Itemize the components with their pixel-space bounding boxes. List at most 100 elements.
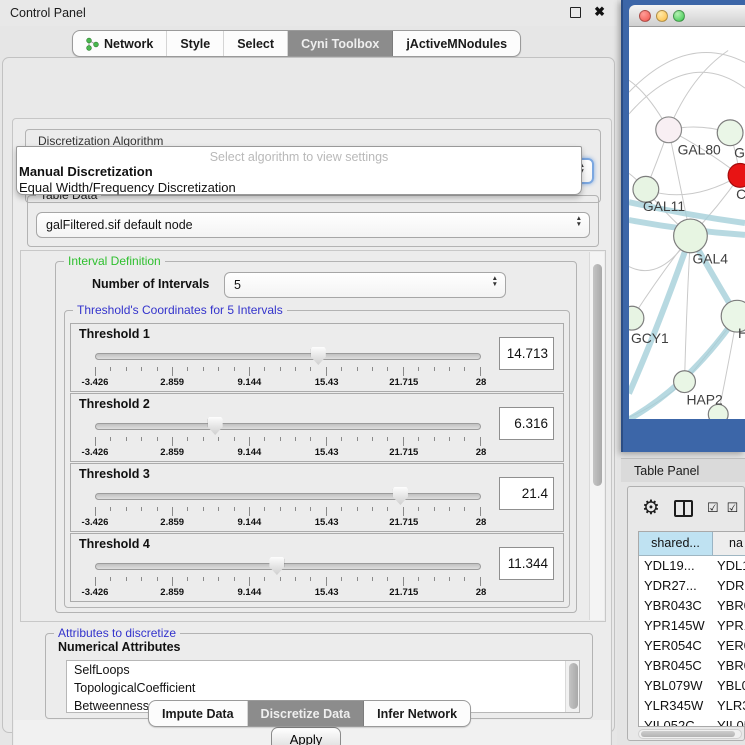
tick-mark (234, 437, 235, 441)
tab-infer-network[interactable]: Infer Network (364, 701, 470, 726)
threshold-slider[interactable]: -3.4262.8599.14415.4321.71528 (95, 556, 481, 600)
slider-ticks (95, 367, 481, 376)
vertical-scrollbar[interactable] (589, 252, 604, 620)
scrollbar-thumb[interactable] (569, 663, 578, 709)
control-panel: Control Panel ✖ NetworkStyleSelectCyni T… (0, 0, 617, 745)
threshold-value-field[interactable]: 21.4 (499, 477, 554, 510)
scale-label: 15.43 (315, 377, 339, 388)
table-row[interactable]: YER054CYER054C (639, 636, 745, 656)
table-row[interactable]: YBL079WYBL079W (639, 676, 745, 696)
tick-mark (126, 577, 127, 581)
dropdown-option-manual[interactable]: Manual Discretization (17, 164, 581, 180)
table-row[interactable]: YDL19...YDL19 (639, 556, 745, 576)
tick-mark (234, 367, 235, 371)
tab-network[interactable]: Network (73, 31, 167, 56)
network-edge[interactable] (629, 52, 745, 92)
close-icon[interactable]: ✖ (594, 4, 605, 20)
tick-mark (141, 577, 142, 581)
scale-label: 2.859 (160, 587, 184, 598)
slider-thumb[interactable] (311, 347, 326, 365)
network-canvas[interactable]: GAL80GACGAL11GAL4GCY1HHAP2 (629, 27, 745, 419)
network-edge[interactable] (646, 175, 740, 194)
scale-label: 2.859 (160, 447, 184, 458)
float-icon[interactable] (570, 7, 581, 18)
cyni-toolbox-panel: Discretization Algorithm ▲▼ Select algor… (12, 118, 612, 745)
scale-label: 28 (476, 587, 487, 598)
scale-label: 28 (476, 377, 487, 388)
node-label: GAL80 (678, 142, 721, 158)
tick-mark (341, 507, 342, 511)
network-node-ga[interactable] (717, 120, 743, 146)
slider-thumb[interactable] (393, 487, 408, 505)
bottom-tab-strip: Impute DataDiscretize DataInfer Network (148, 700, 471, 727)
tab-cyni-toolbox[interactable]: Cyni Toolbox (288, 31, 393, 56)
threshold-value-field[interactable]: 11.344 (499, 547, 554, 580)
scrollbar-thumb[interactable] (641, 731, 735, 737)
tick-mark (449, 437, 450, 441)
gear-icon[interactable]: ⚙ (642, 498, 660, 518)
table-row[interactable]: YLR345WYLR345W (639, 696, 745, 716)
network-icon (86, 37, 99, 51)
column-header-shared-name[interactable]: shared... (639, 532, 713, 555)
network-node-gal80[interactable] (656, 117, 682, 143)
table-row[interactable]: YIL052CYIL052C (639, 716, 745, 727)
scrollbar-thumb[interactable] (593, 264, 602, 486)
tick-mark (172, 367, 173, 376)
slider-thumb[interactable] (269, 557, 284, 575)
threshold-panel: Threshold 1 -3.4262.8599.14415.4321.7152… (70, 323, 564, 392)
list-vertical-scrollbar[interactable] (565, 661, 579, 712)
network-node-c[interactable] (728, 164, 745, 188)
cell-name: YDL19 (713, 556, 745, 576)
list-item[interactable]: TopologicalCoefficient (67, 679, 579, 697)
dropdown-option-equal-width[interactable]: Equal Width/Frequency Discretization (17, 180, 581, 196)
tab-select[interactable]: Select (224, 31, 288, 56)
table-data-combobox[interactable]: galFiltered.sif default node ▲▼ (36, 212, 590, 238)
checkbox-icon[interactable]: ☑ (727, 500, 739, 516)
network-edge[interactable] (669, 50, 728, 129)
threshold-value-field[interactable]: 14.713 (499, 337, 554, 370)
screen: Control Panel ✖ NetworkStyleSelectCyni T… (0, 0, 745, 745)
column-header-name[interactable]: na (713, 532, 745, 555)
network-node-gcy1[interactable] (629, 306, 644, 330)
tick-mark (295, 577, 296, 581)
table-row[interactable]: YPR145WYPR145W (639, 616, 745, 636)
threshold-slider[interactable]: -3.4262.8599.14415.4321.71528 (95, 346, 481, 390)
tab-jactivemnodules[interactable]: jActiveMNodules (393, 31, 520, 56)
tab-discretize-data[interactable]: Discretize Data (248, 701, 365, 726)
apply-button[interactable]: Apply (271, 727, 341, 745)
scale-label: 15.43 (315, 447, 339, 458)
horizontal-scrollbar[interactable] (638, 729, 742, 739)
tick-mark (203, 367, 204, 371)
threshold-slider[interactable]: -3.4262.8599.14415.4321.71528 (95, 416, 481, 460)
close-traffic-light-icon[interactable] (639, 10, 651, 22)
group-title-thresholds: Threshold's Coordinates for 5 Intervals (73, 303, 287, 317)
number-of-intervals-combobox[interactable]: 5 ▲▼ (224, 272, 506, 298)
tab-label: jActiveMNodules (406, 37, 507, 51)
list-item[interactable]: SelfLoops (67, 661, 579, 679)
threshold-slider[interactable]: -3.4262.8599.14415.4321.71528 (95, 486, 481, 530)
tab-impute-data[interactable]: Impute Data (149, 701, 248, 726)
cell-shared-name: YIL052C (639, 716, 713, 727)
zoom-traffic-light-icon[interactable] (673, 10, 685, 22)
network-node-gal4[interactable] (674, 219, 708, 253)
minimize-traffic-light-icon[interactable] (656, 10, 668, 22)
slider-track[interactable] (95, 563, 481, 570)
slider-track[interactable] (95, 493, 481, 500)
cell-shared-name: YPR145W (639, 616, 713, 636)
network-node-hap2[interactable] (674, 371, 696, 393)
threshold-value-field[interactable]: 6.316 (499, 407, 554, 440)
tab-label: Cyni Toolbox (301, 37, 379, 51)
tab-style[interactable]: Style (167, 31, 224, 56)
tick-mark (341, 367, 342, 371)
table-row[interactable]: YBR043CYBR043C (639, 596, 745, 616)
slider-track[interactable] (95, 353, 481, 360)
table-row[interactable]: YBR045CYBR045C (639, 656, 745, 676)
slider-track[interactable] (95, 423, 481, 430)
table-row[interactable]: YDR27...YDR27 (639, 576, 745, 596)
split-view-icon[interactable] (674, 500, 693, 517)
tick-mark (357, 437, 358, 441)
slider-thumb[interactable] (208, 417, 223, 435)
checkbox-icon[interactable]: ☑ (707, 500, 719, 516)
slider-ticks (95, 507, 481, 516)
group-title-interval-definition: Interval Definition (64, 254, 165, 268)
